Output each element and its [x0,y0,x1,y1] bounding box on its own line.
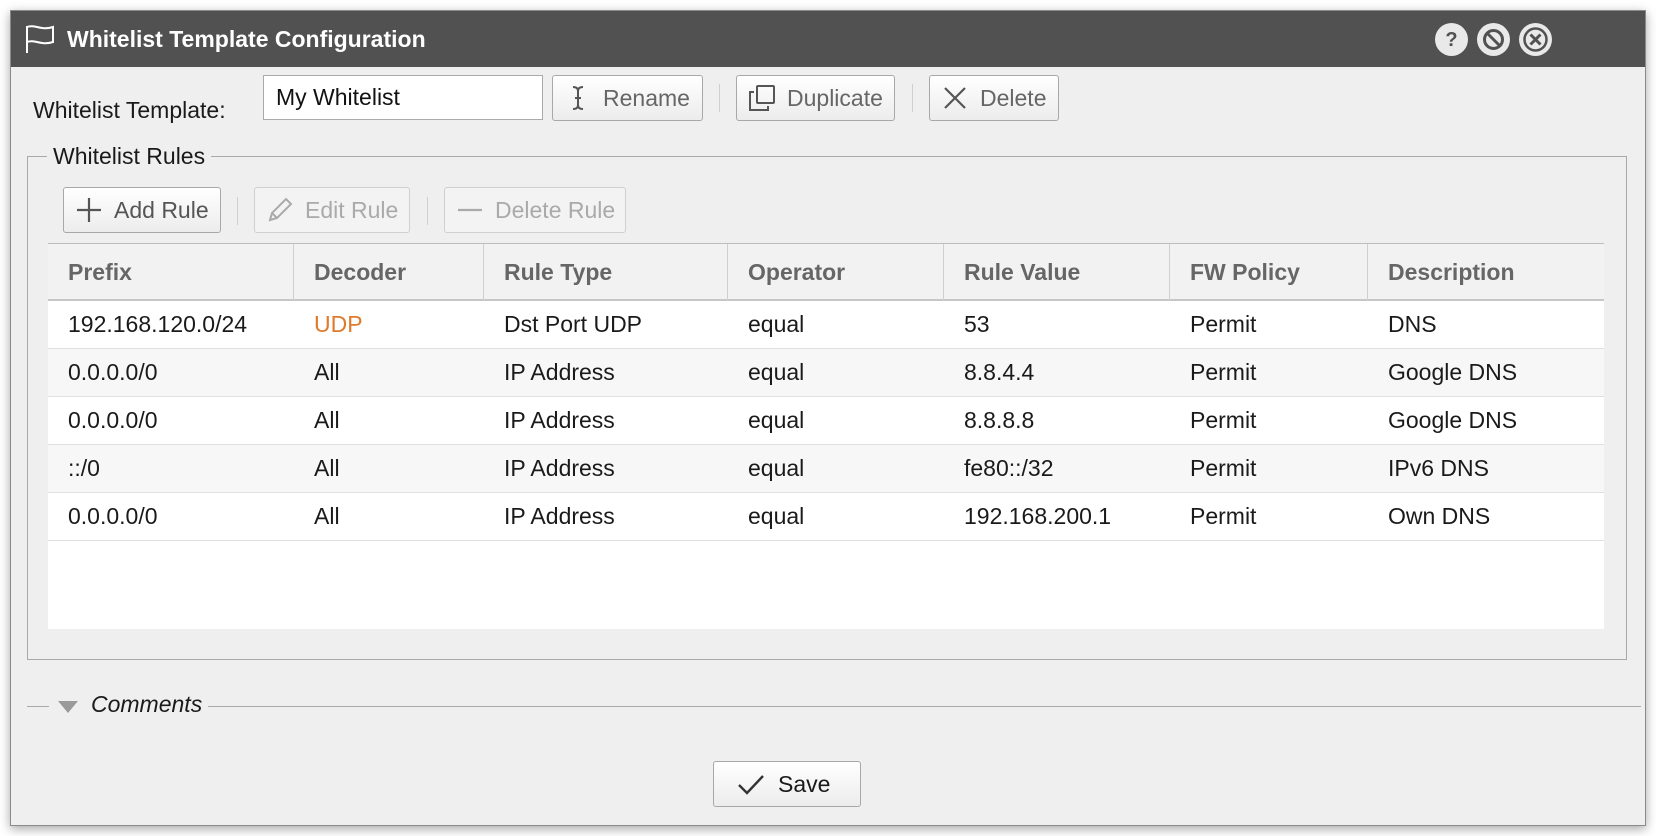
cell-decoder: All [314,407,340,433]
delete-template-button[interactable]: Delete [929,75,1059,121]
caret-down-icon[interactable] [57,699,79,715]
delete-label: Delete [980,84,1047,111]
cell-rule-value: 8.8.8.8 [964,407,1035,433]
column-header-fw-policy[interactable]: FW Policy [1170,244,1368,300]
save-button[interactable]: Save [713,761,861,807]
close-icon [1519,23,1552,56]
plus-icon [77,198,101,222]
whitelist-rules-legend: Whitelist Rules [47,143,212,170]
help-icon: ? [1435,23,1468,56]
cell-prefix: 0.0.0.0/0 [68,359,158,385]
cell-rule-type: IP Address [504,503,615,529]
table-header: Prefix Decoder Rule Type Operator Rule V… [48,243,1604,301]
cell-description: IPv6 DNS [1388,455,1489,481]
cell-decoder: All [314,503,340,529]
copy-icon [749,85,775,111]
table-row[interactable]: 0.0.0.0/0 All IP Address equal 8.8.4.4 P… [48,349,1604,397]
column-header-operator[interactable]: Operator [728,244,944,300]
close-button[interactable] [1519,23,1552,56]
template-label: Whitelist Template: [33,97,226,123]
rules-table: Prefix Decoder Rule Type Operator Rule V… [48,243,1604,629]
comments-divider-left [27,706,49,707]
help-button[interactable]: ? [1435,23,1468,56]
cell-rule-value: fe80::/32 [964,455,1054,481]
column-header-description[interactable]: Description [1368,244,1604,300]
duplicate-label: Duplicate [787,84,883,111]
template-name-input[interactable] [263,75,543,120]
cell-rule-value: 8.8.4.4 [964,359,1035,385]
table-row[interactable]: 192.168.120.0/24 UDP Dst Port UDP equal … [48,301,1604,349]
duplicate-button[interactable]: Duplicate [736,75,895,121]
rename-button[interactable]: Rename [552,75,703,121]
cell-description: Google DNS [1388,359,1518,385]
cell-decoder: UDP [314,311,363,337]
toolbar-separator [237,197,238,225]
minimize-icon [1477,23,1510,56]
cell-description: Own DNS [1388,503,1491,529]
minimize-button[interactable] [1477,23,1510,56]
x-icon [944,87,966,109]
text-cursor-icon [572,86,584,110]
rename-label: Rename [603,84,690,111]
cell-fw-policy: Permit [1190,455,1257,481]
comments-toggle[interactable]: Comments [85,691,209,718]
toolbar-separator [719,84,720,112]
cell-operator: equal [748,503,805,529]
table-row[interactable]: 0.0.0.0/0 All IP Address equal 8.8.8.8 P… [48,397,1604,445]
edit-rule-label: Edit Rule [305,196,399,223]
cell-prefix: 0.0.0.0/0 [68,503,158,529]
cell-rule-type: IP Address [504,359,615,385]
pencil-icon [268,197,293,222]
cell-operator: equal [748,311,805,337]
column-header-rule-type[interactable]: Rule Type [484,244,728,300]
column-header-rule-value[interactable]: Rule Value [944,244,1170,300]
cell-operator: equal [748,359,805,385]
comments-divider-right [197,706,1641,707]
cell-prefix: 192.168.120.0/24 [68,311,248,337]
cell-decoder: All [314,359,340,385]
cell-fw-policy: Permit [1190,503,1257,529]
cell-rule-type: IP Address [504,455,615,481]
cell-prefix: 0.0.0.0/0 [68,407,158,433]
column-header-prefix[interactable]: Prefix [48,244,294,300]
cell-operator: equal [748,455,805,481]
cell-rule-type: Dst Port UDP [504,311,643,337]
table-row[interactable]: 0.0.0.0/0 All IP Address equal 192.168.2… [48,493,1604,541]
save-label: Save [778,770,831,797]
minus-icon [458,208,482,212]
flag-icon [26,25,54,53]
cell-fw-policy: Permit [1190,311,1257,337]
cell-prefix: ::/0 [68,455,100,481]
cell-fw-policy: Permit [1190,407,1257,433]
toolbar-separator [427,197,428,225]
cell-decoder: All [314,455,340,481]
cell-rule-value: 53 [964,311,990,337]
checkmark-icon [738,775,764,795]
cell-description: DNS [1388,311,1437,337]
add-rule-label: Add Rule [114,196,209,223]
table-row[interactable]: ::/0 All IP Address equal fe80::/32 Perm… [48,445,1604,493]
delete-rule-button[interactable]: Delete Rule [444,187,626,233]
delete-rule-label: Delete Rule [495,196,616,223]
cell-fw-policy: Permit [1190,359,1257,385]
cell-rule-value: 192.168.200.1 [964,503,1112,529]
cell-description: Google DNS [1388,407,1518,433]
svg-text:?: ? [1445,29,1457,51]
cell-rule-type: IP Address [504,407,615,433]
dialog-window: Whitelist Template Configuration ? White… [10,10,1646,826]
edit-rule-button[interactable]: Edit Rule [254,187,410,233]
title-bar[interactable]: Whitelist Template Configuration ? [11,11,1645,67]
toolbar-separator [912,84,913,112]
cell-operator: equal [748,407,805,433]
column-header-decoder[interactable]: Decoder [294,244,484,300]
window-title: Whitelist Template Configuration [67,26,426,52]
add-rule-button[interactable]: Add Rule [63,187,221,233]
